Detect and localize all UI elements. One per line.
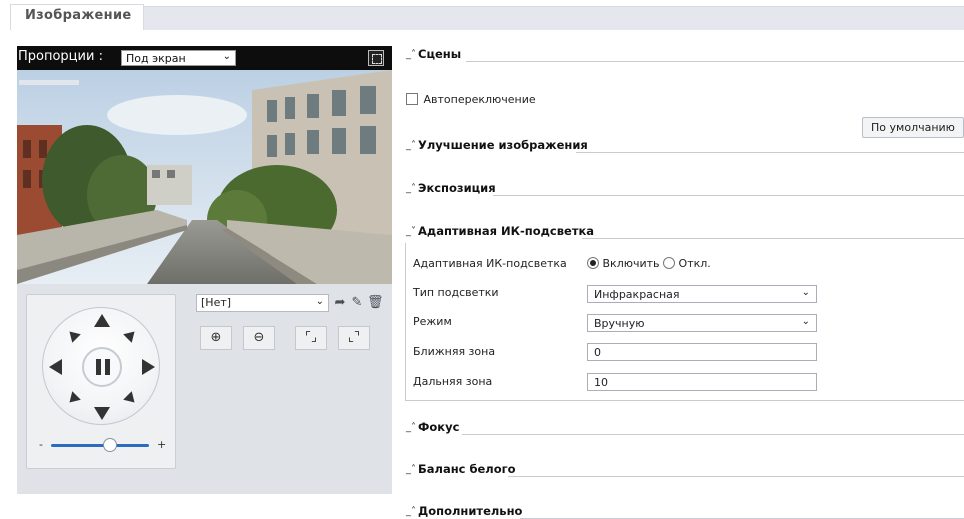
zoom-in-button[interactable]: ⊕ bbox=[200, 326, 232, 350]
section-advanced[interactable]: _˄ Дополнительно bbox=[406, 504, 964, 519]
section-title: Экспозиция bbox=[418, 181, 496, 195]
section-divider bbox=[493, 195, 964, 196]
mode-select[interactable]: Вручную ⌄ bbox=[587, 314, 817, 332]
section-scenes[interactable]: _˄ Сцены bbox=[406, 47, 964, 67]
near-zone-input[interactable]: 0 bbox=[587, 343, 817, 361]
mode-value: Вручную bbox=[594, 317, 645, 330]
far-zone-label: Дальняя зона bbox=[413, 375, 493, 388]
pan-down-arrow-icon[interactable] bbox=[94, 407, 110, 420]
pan-down-right-arrow-icon[interactable] bbox=[123, 391, 139, 407]
ir-type-value: Инфракрасная bbox=[594, 288, 680, 301]
focus-near-button[interactable]: ⌜⌟ bbox=[295, 326, 327, 350]
pan-up-left-arrow-icon[interactable] bbox=[65, 327, 81, 343]
edit-preset-icon[interactable]: ✎ bbox=[350, 295, 364, 311]
chevron-down-icon: ⌄ bbox=[801, 316, 810, 327]
mode-label: Режим bbox=[413, 315, 452, 328]
tab-bar: Изображение bbox=[0, 0, 964, 30]
chevron-down-icon: ⌄ bbox=[801, 287, 810, 298]
slider-minus-label: - bbox=[39, 438, 43, 451]
collapse-caret-icon: _˅ bbox=[406, 226, 416, 237]
section-title: Адаптивная ИК-подсветка bbox=[418, 224, 595, 238]
off-radio[interactable] bbox=[663, 257, 676, 269]
ptz-speed-slider[interactable]: - + bbox=[39, 438, 167, 452]
fullscreen-icon[interactable] bbox=[368, 50, 384, 66]
ir-type-label: Тип подсветки bbox=[413, 286, 499, 299]
expand-caret-icon: _˄ bbox=[406, 140, 416, 151]
pause-icon bbox=[96, 359, 101, 375]
pan-down-left-arrow-icon[interactable] bbox=[65, 391, 81, 407]
section-divider bbox=[462, 434, 964, 435]
expand-caret-icon: _˄ bbox=[406, 183, 416, 194]
adaptive-ir-panel: Адаптивная ИК-подсветка Включить Откл. Т… bbox=[405, 243, 964, 401]
enable-radio-label: Включить bbox=[602, 257, 660, 270]
section-title: Баланс белого bbox=[418, 462, 516, 476]
focus-far-button[interactable]: ⌞⌝ bbox=[338, 326, 370, 350]
auto-switch-label: Автопереключение bbox=[423, 93, 536, 106]
auto-switch-row: Автопереключение bbox=[406, 93, 536, 106]
pan-up-arrow-icon[interactable] bbox=[94, 314, 110, 327]
delete-preset-icon[interactable]: 🗑 bbox=[367, 295, 384, 311]
expand-caret-icon: _˄ bbox=[406, 49, 416, 60]
aspect-select[interactable]: Под экран ⌄ bbox=[121, 50, 236, 66]
pan-left-arrow-icon[interactable] bbox=[49, 359, 62, 375]
far-zone-input[interactable]: 10 bbox=[587, 373, 817, 391]
auto-switch-checkbox[interactable] bbox=[406, 93, 418, 105]
adaptive-ir-radio-group: Включить Откл. bbox=[587, 257, 711, 270]
camera-image bbox=[17, 70, 392, 284]
chevron-down-icon: ⌄ bbox=[315, 296, 324, 307]
slider-plus-label: + bbox=[157, 438, 167, 451]
default-button[interactable]: По умолчанию bbox=[862, 117, 964, 138]
adaptive-ir-label: Адаптивная ИК-подсветка bbox=[413, 257, 567, 270]
expand-caret-icon: _˄ bbox=[406, 422, 416, 433]
ptz-control: - + bbox=[26, 294, 176, 469]
ptz-panel: - + [Нет] ⌄ ➦ ✎ 🗑 ⊕ ⊖ ⌜⌟ ⌞⌝ bbox=[17, 284, 392, 494]
section-title: Дополнительно bbox=[418, 504, 523, 518]
section-focus[interactable]: _˄ Фокус bbox=[406, 420, 964, 440]
section-title: Сцены bbox=[418, 47, 462, 61]
preset-value: [Нет] bbox=[201, 296, 232, 309]
video-preview bbox=[17, 70, 392, 284]
aspect-label: Пропорции : bbox=[18, 49, 103, 64]
section-white-balance[interactable]: _˄ Баланс белого bbox=[406, 462, 964, 482]
ir-type-select[interactable]: Инфракрасная ⌄ bbox=[587, 285, 817, 303]
expand-caret-icon: _˄ bbox=[406, 464, 416, 475]
preset-select[interactable]: [Нет] ⌄ bbox=[196, 294, 329, 312]
enable-radio[interactable] bbox=[587, 257, 599, 269]
chevron-down-icon: ⌄ bbox=[222, 51, 231, 62]
expand-caret-icon: _˄ bbox=[406, 506, 416, 517]
aspect-value: Под экран bbox=[126, 52, 186, 65]
section-enhancement[interactable]: _˄ Улучшение изображения bbox=[406, 138, 964, 158]
section-title: Улучшение изображения bbox=[418, 138, 588, 152]
section-divider bbox=[582, 238, 964, 239]
section-divider bbox=[466, 61, 964, 62]
pause-button[interactable] bbox=[82, 347, 122, 387]
ptz-direction-pad bbox=[42, 307, 160, 425]
tab-image[interactable]: Изображение bbox=[10, 4, 144, 30]
section-title: Фокус bbox=[418, 420, 460, 434]
tab-strip bbox=[144, 6, 964, 30]
section-adaptive-ir[interactable]: _˅ Адаптивная ИК-подсветка bbox=[406, 224, 964, 244]
pan-up-right-arrow-icon[interactable] bbox=[123, 327, 139, 343]
preview-toolbar: Пропорции : Под экран ⌄ bbox=[17, 46, 392, 70]
goto-preset-icon[interactable]: ➦ bbox=[333, 295, 347, 311]
section-divider bbox=[576, 152, 964, 153]
zoom-out-button[interactable]: ⊖ bbox=[243, 326, 275, 350]
slider-track[interactable] bbox=[51, 444, 149, 447]
off-radio-label: Откл. bbox=[678, 257, 711, 270]
slider-handle[interactable] bbox=[102, 438, 117, 452]
near-zone-label: Ближняя зона bbox=[413, 345, 496, 358]
section-exposure[interactable]: _˄ Экспозиция bbox=[406, 181, 964, 201]
section-divider bbox=[508, 476, 964, 477]
pan-right-arrow-icon[interactable] bbox=[142, 359, 155, 375]
